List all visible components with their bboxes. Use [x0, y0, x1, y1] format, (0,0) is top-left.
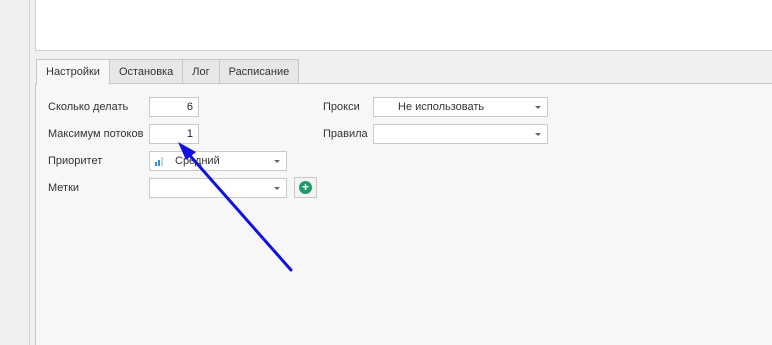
tab-settings[interactable]: Настройки	[36, 59, 110, 85]
app-window: Настройки Остановка Лог Расписание Сколь…	[0, 0, 772, 345]
annotation-arrow	[178, 142, 293, 272]
